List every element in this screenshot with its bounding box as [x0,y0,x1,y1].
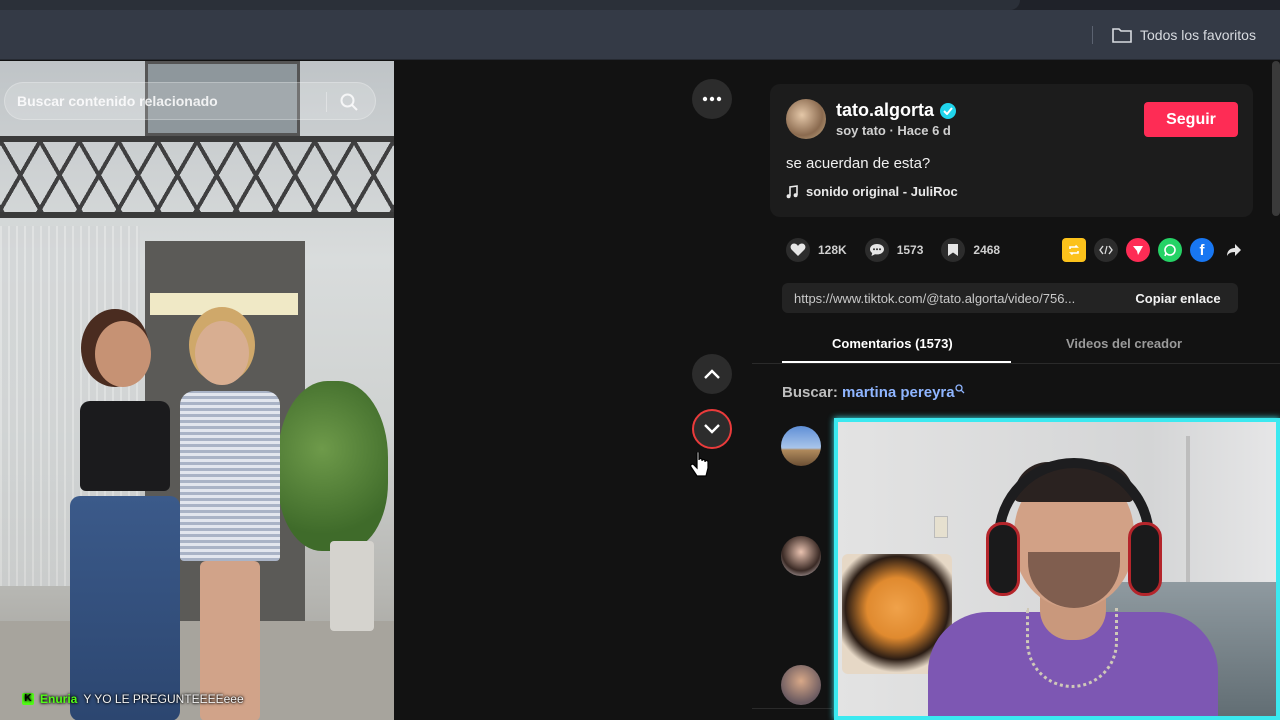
chevron-up-icon [704,369,720,379]
bookmarks-divider [1092,26,1093,44]
search-icon[interactable] [339,92,359,112]
save-count: 2468 [973,243,1001,257]
comment-icon [864,238,889,262]
screen: Todos los favoritos K Enuria Y YO LE PRE… [0,0,1280,720]
author-subline: soy tato · Hace 6 d [836,123,951,138]
streamer [928,458,1218,716]
heart-icon [786,238,810,262]
whatsapp-icon[interactable] [1158,238,1182,262]
chat-text: Y YO LE PREGUNTEEEEeee [83,692,244,706]
video-person-left [40,321,190,720]
related-search-bar[interactable] [4,82,376,120]
repost-icon[interactable] [1062,238,1086,262]
chat-username: Enuria [40,692,78,706]
author-avatar[interactable] [786,99,826,139]
follow-button[interactable]: Seguir [1144,102,1238,137]
share-options: f [1062,238,1246,262]
tab-creator-videos[interactable]: Videos del creador [1066,336,1182,351]
share-link-text[interactable]: https://www.tiktok.com/@tato.algorta/vid… [782,291,1118,306]
author-username[interactable]: tato.algorta [836,100,934,121]
facebook-icon[interactable]: f [1190,238,1214,262]
next-video-button[interactable] [692,409,732,449]
verified-badge-icon [940,102,957,119]
video-person-right [170,321,290,720]
chat-badge: K [22,693,34,705]
more-options-button[interactable] [692,79,732,119]
video-player[interactable] [0,61,394,720]
share-link-box: https://www.tiktok.com/@tato.algorta/vid… [782,283,1238,313]
like-count: 128K [818,243,847,257]
bookmarks-bar: Todos los favoritos [0,10,1280,60]
previous-video-button[interactable] [692,354,732,394]
search-suggestion[interactable]: Buscar: martina pereyra [782,384,965,401]
search-icon [954,384,965,394]
chevron-down-icon [704,424,720,434]
bookmark-icon [941,238,966,262]
music-note-icon [786,184,798,198]
search-divider [326,92,327,112]
like-button[interactable]: 128K [786,238,847,262]
stream-chat-message: K Enuria Y YO LE PREGUNTEEEEeee [22,690,244,708]
folder-icon [1112,28,1132,43]
panel-scrollbar[interactable] [1272,61,1280,216]
send-icon[interactable] [1126,238,1150,262]
comment-button[interactable]: 1573 [864,238,924,262]
more-horizontal-icon [702,96,722,102]
copy-link-button[interactable]: Copiar enlace [1118,283,1238,313]
save-button[interactable]: 2468 [941,238,1000,262]
commenter-avatar[interactable] [781,665,821,705]
video-caption: se acuerdan de esta? [786,155,931,172]
engagement-stats: 128K 1573 2468 [786,236,1018,264]
active-tab-indicator [782,361,1011,363]
video-scene-roof [0,136,394,218]
search-suggestion-prefix: Buscar: [782,384,838,401]
browser-tab-edge [0,0,1020,10]
sound-label: sonido original - JuliRoc [806,184,958,199]
video-scene-light [150,293,298,315]
all-bookmarks-folder[interactable]: Todos los favoritos [1112,24,1256,46]
hand-cursor-icon [690,452,709,477]
webcam-overlay [834,418,1280,720]
embed-icon[interactable] [1094,238,1118,262]
commenter-avatar[interactable] [781,536,821,576]
share-arrow-icon[interactable] [1222,238,1246,262]
video-scene-plant [278,381,388,551]
comment-divider [752,708,832,709]
bookmarks-folder-label: Todos los favoritos [1140,27,1256,43]
sound-link[interactable]: sonido original - JuliRoc [786,184,958,199]
author-username-row[interactable]: tato.algorta [836,100,957,121]
search-suggestion-term[interactable]: martina pereyra [842,384,955,401]
commenter-avatar[interactable] [781,426,821,466]
video-scene-pot [330,541,374,631]
comment-count: 1573 [896,243,924,257]
related-search-input[interactable] [17,93,317,109]
tab-comments[interactable]: Comentarios (1573) [832,336,953,351]
